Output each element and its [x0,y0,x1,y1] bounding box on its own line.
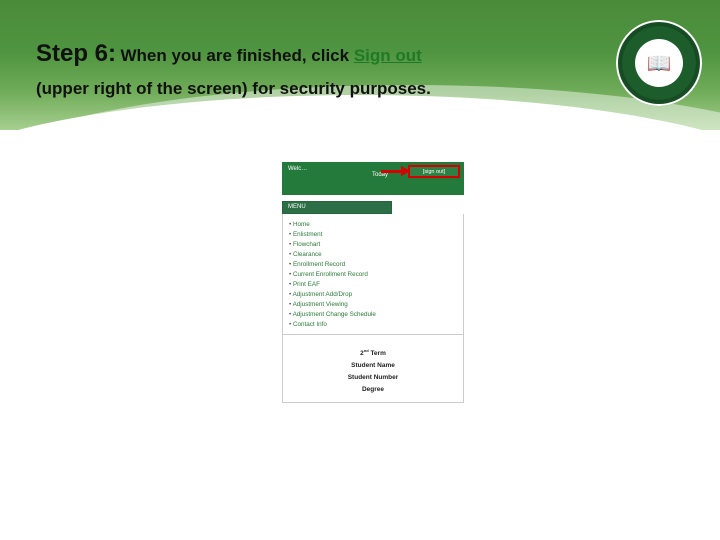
term-after: Term [369,350,386,357]
college-seal-icon: 📖 [616,20,702,106]
sidebar-item-adjustment-viewing[interactable]: Adjustment Viewing [289,299,461,309]
term-label: 2nd Term [287,348,459,357]
student-name-label: Student Name [287,362,459,369]
step-label: Step 6: [36,40,116,67]
sidebar-item-adjustment-change-schedule[interactable]: Adjustment Change Schedule [289,309,461,319]
step-text: When you are finished, click Sign out [120,46,421,65]
portal-header: Welc… Today [sign out] [282,162,464,195]
sidebar-menu: Home Enlistment Flowchart Clearance Enro… [282,214,464,335]
sidebar-item-print-eaf[interactable]: Print EAF [289,279,461,289]
sidebar-item-home[interactable]: Home [289,219,461,229]
sidebar-item-adjustment-add-drop[interactable]: Adjustment Add/Drop [289,289,461,299]
step-text-before: When you are finished, click [120,46,353,65]
sidebar-item-clearance[interactable]: Clearance [289,249,461,259]
signout-link-text: [sign out] [423,169,445,175]
menu-header: MENU [282,201,392,214]
welcome-label: Welc… [288,166,307,172]
instruction-heading: Step 6: When you are finished, click Sig… [36,38,596,101]
sidebar-item-enlistment[interactable]: Enlistment [289,229,461,239]
student-number-label: Student Number [287,374,459,381]
sidebar-item-contact-info[interactable]: Contact Info [289,319,461,329]
callout-arrow-icon [381,167,411,175]
sidebar-item-current-enrollment[interactable]: Current Enrollment Record [289,269,461,279]
step-text-line2: (upper right of the screen) for security… [36,78,596,101]
student-info-block: 2nd Term Student Name Student Number Deg… [282,335,464,403]
sidebar-item-enrollment-record[interactable]: Enrollment Record [289,259,461,269]
embedded-screenshot: Welc… Today [sign out] MENU Home Enlistm… [282,162,464,403]
step-highlight: Sign out [354,46,422,65]
signout-link-highlight[interactable]: [sign out] [408,165,460,178]
sidebar-item-flowchart[interactable]: Flowchart [289,239,461,249]
seal-glyph: 📖 [647,51,672,76]
degree-label: Degree [287,386,459,393]
